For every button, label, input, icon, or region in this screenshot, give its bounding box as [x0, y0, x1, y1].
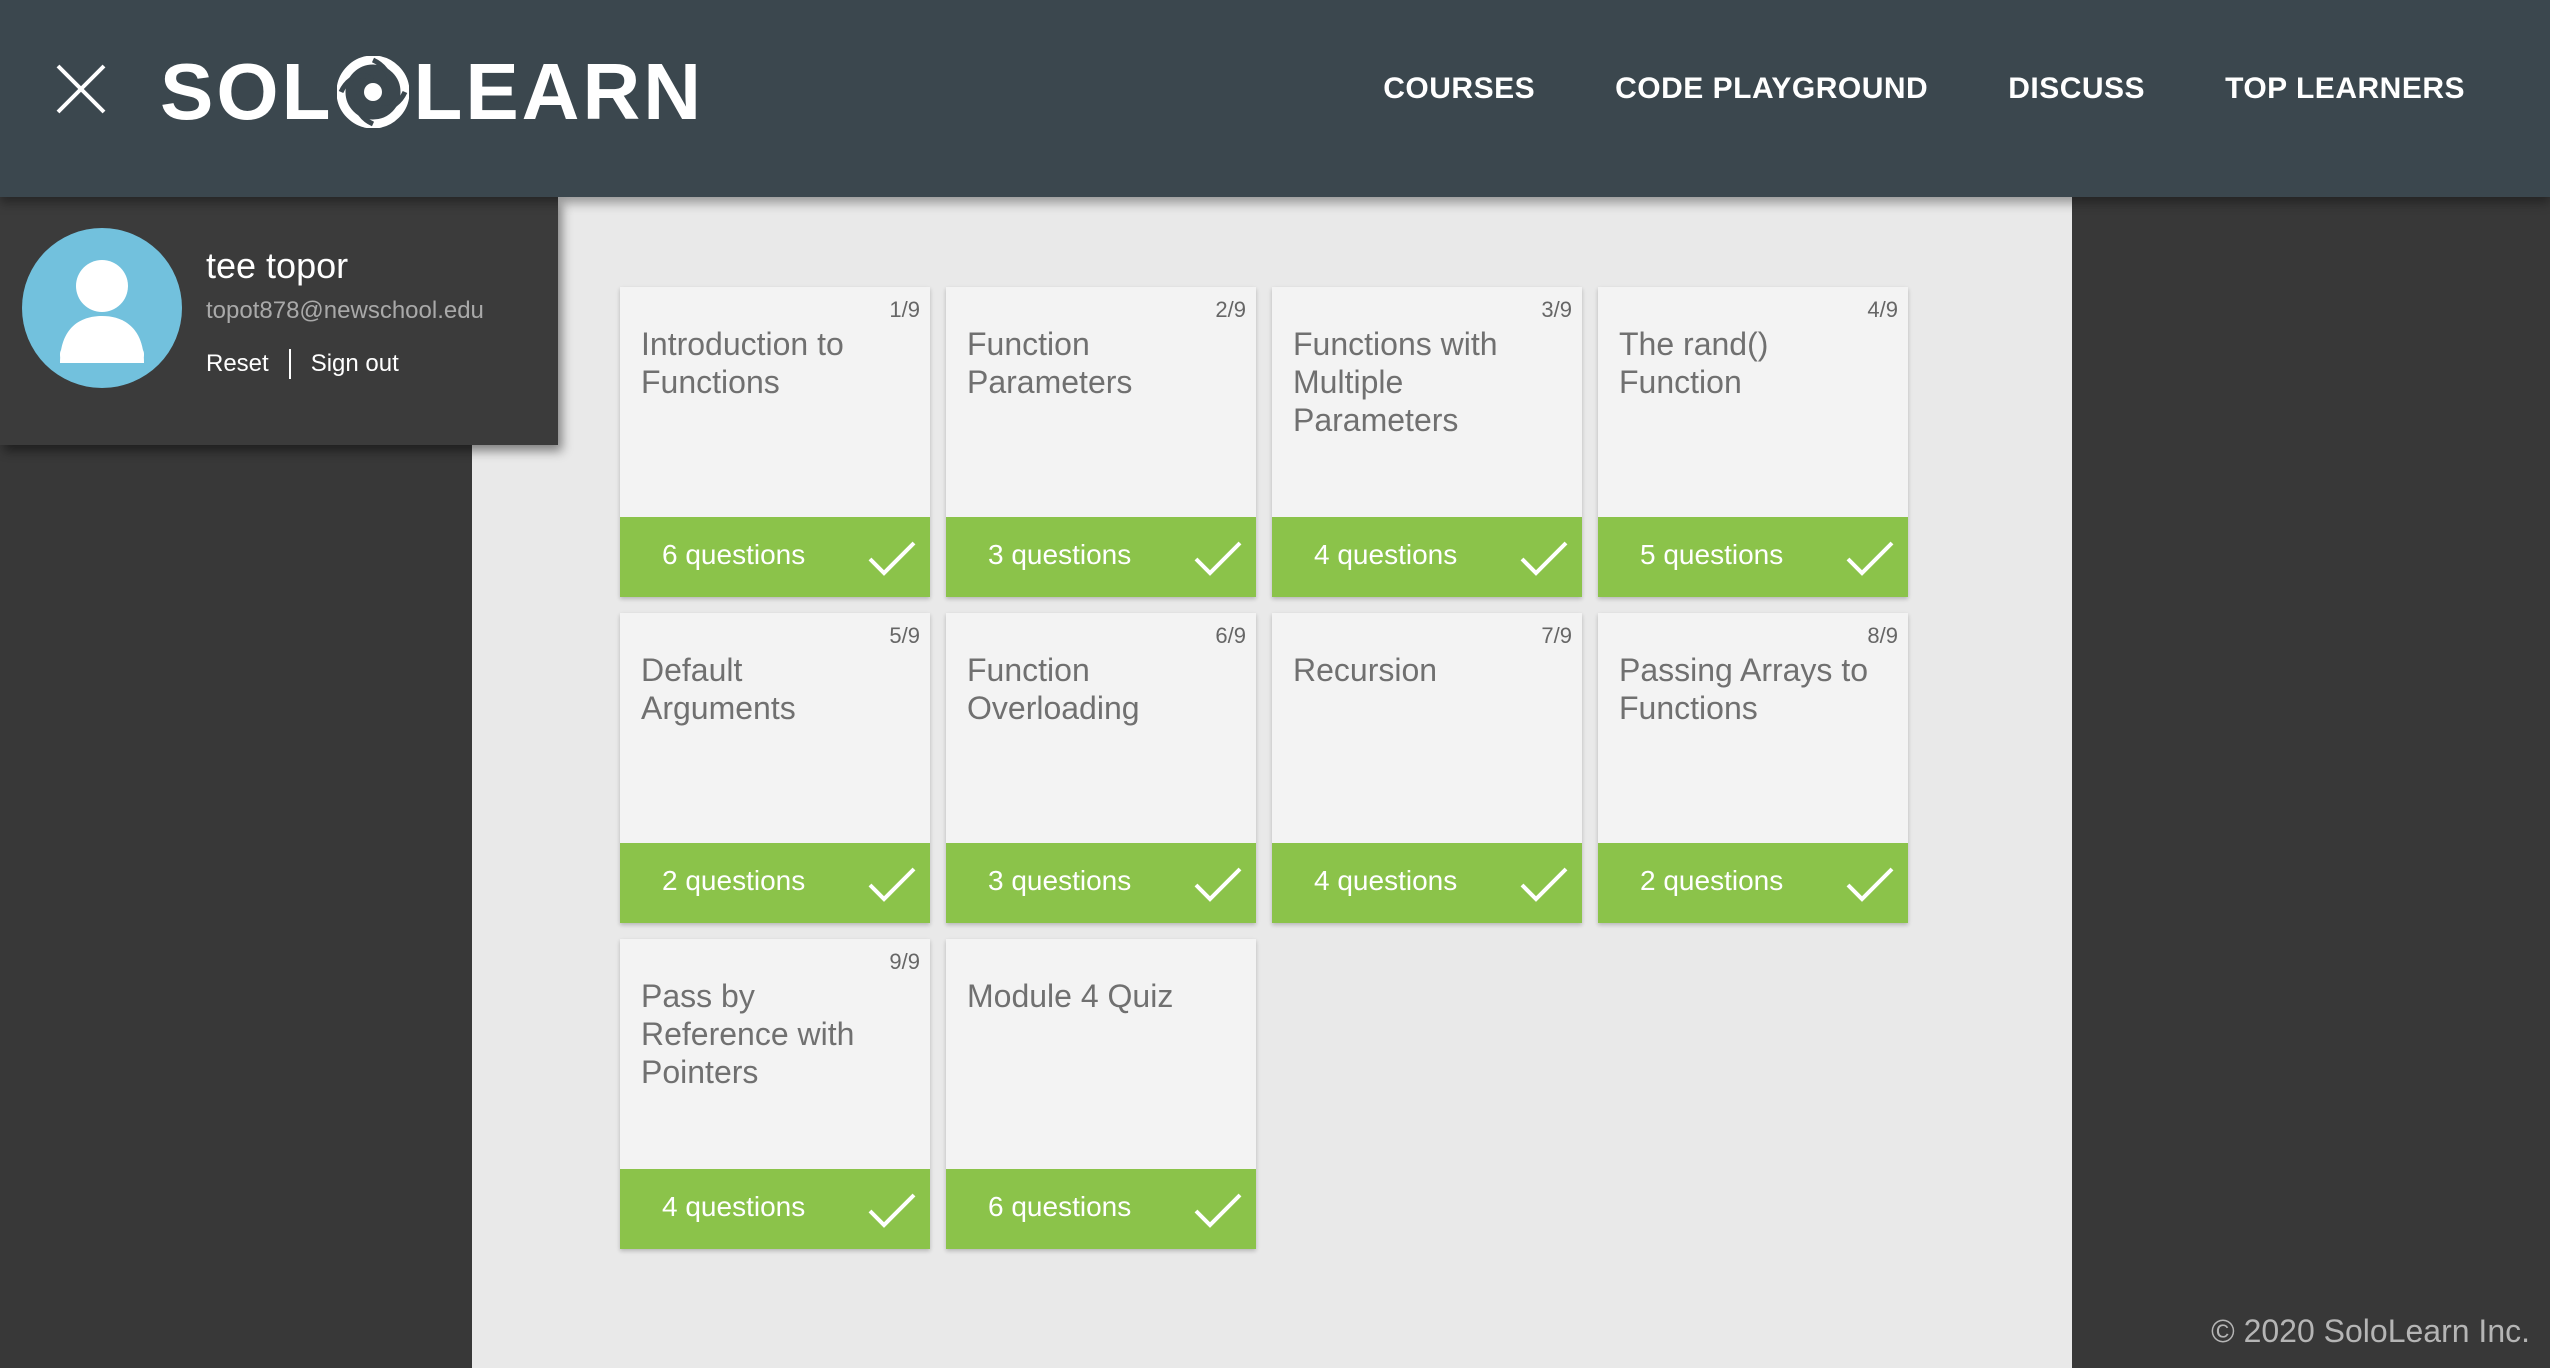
logo-text-right: LEARN	[413, 47, 704, 136]
lesson-number: 5/9	[889, 623, 920, 648]
question-count: 6 questions	[988, 1191, 1132, 1222]
lesson-title: The rand() Function	[1619, 326, 1769, 400]
question-count: 3 questions	[988, 539, 1132, 570]
profile-email: topot878@newschool.edu	[206, 297, 484, 324]
checkmark-icon	[868, 541, 916, 576]
profile-name: tee topor	[206, 245, 349, 286]
lesson-footer: 5 questions	[1598, 517, 1908, 597]
question-count: 6 questions	[662, 539, 806, 570]
lesson-title: Recursion	[1293, 652, 1438, 688]
lesson-card[interactable]: 9/9 Pass by Reference with Pointers 4 qu…	[620, 939, 930, 1249]
checkmark-icon	[1194, 1193, 1242, 1228]
profile-panel: tee topor topot878@newschool.edu Reset S…	[0, 197, 558, 445]
lesson-number: 6/9	[1215, 623, 1246, 648]
question-count: 2 questions	[662, 865, 806, 896]
lesson-title: Pass by Reference with Pointers	[641, 978, 855, 1090]
question-count: 4 questions	[662, 1191, 806, 1222]
lesson-footer: 3 questions	[946, 843, 1256, 923]
top-header: SOL LEARN COURSES CODE PLAYGROUND DISCUS…	[0, 0, 2550, 197]
checkmark-icon	[1520, 541, 1568, 576]
lesson-title: Passing Arrays to Functions	[1619, 652, 1868, 726]
main-nav: COURSES CODE PLAYGROUND DISCUSS TOP LEAR…	[1383, 72, 2465, 106]
lesson-card[interactable]: 3/9 Functions with Multiple Parameters 4…	[1272, 287, 1582, 597]
checkmark-icon	[1194, 541, 1242, 576]
checkmark-icon	[868, 1193, 916, 1228]
checkmark-icon	[1846, 541, 1894, 576]
profile-actions: Reset Sign out	[206, 349, 399, 379]
lesson-card[interactable]: 7/9 Recursion 4 questions	[1272, 613, 1582, 923]
lesson-number: 2/9	[1215, 297, 1246, 322]
question-count: 2 questions	[1640, 865, 1784, 896]
lesson-card[interactable]: 2/9 Function Parameters 3 questions	[946, 287, 1256, 597]
reset-link[interactable]: Reset	[206, 350, 269, 378]
lesson-footer: 4 questions	[620, 1169, 930, 1249]
lesson-title: Introduction to Functions	[641, 326, 844, 400]
lesson-footer: 3 questions	[946, 517, 1256, 597]
question-count: 3 questions	[988, 865, 1132, 896]
lesson-footer: 4 questions	[1272, 843, 1582, 923]
lesson-card[interactable]: 1/9 Introduction to Functions 6 question…	[620, 287, 930, 597]
question-count: 5 questions	[1640, 539, 1784, 570]
swirl-logo-icon	[337, 56, 410, 128]
lesson-footer: 2 questions	[620, 843, 930, 923]
lesson-title: Function Overloading	[967, 652, 1140, 726]
checkmark-icon	[1846, 867, 1894, 902]
close-icon[interactable]	[48, 56, 114, 122]
lesson-number: 3/9	[1541, 297, 1572, 322]
lesson-title: Module 4 Quiz	[967, 978, 1174, 1014]
logo-text-left: SOL	[160, 47, 334, 136]
lesson-footer: 4 questions	[1272, 517, 1582, 597]
nav-discuss[interactable]: DISCUSS	[2008, 72, 2145, 106]
lesson-title: Function Parameters	[967, 326, 1133, 400]
lesson-number: 8/9	[1867, 623, 1898, 648]
lesson-footer: 6 questions	[620, 517, 930, 597]
nav-top-learners[interactable]: TOP LEARNERS	[2225, 72, 2465, 106]
lesson-number: 4/9	[1867, 297, 1898, 322]
copyright: © 2020 SoloLearn Inc.	[2211, 1313, 2530, 1349]
checkmark-icon	[1194, 867, 1242, 902]
module-quiz-card[interactable]: Module 4 Quiz 6 questions	[946, 939, 1256, 1249]
question-count: 4 questions	[1314, 539, 1458, 570]
nav-code-playground[interactable]: CODE PLAYGROUND	[1615, 72, 1928, 106]
nav-courses[interactable]: COURSES	[1383, 72, 1535, 106]
checkmark-icon	[1520, 867, 1568, 902]
lesson-title: Functions with Multiple Parameters	[1293, 326, 1498, 438]
avatar[interactable]	[22, 228, 182, 388]
lesson-card[interactable]: 4/9 The rand() Function 5 questions	[1598, 287, 1908, 597]
sign-out-link[interactable]: Sign out	[311, 350, 399, 378]
divider	[288, 349, 291, 379]
lesson-number: 1/9	[889, 297, 920, 322]
lesson-title: Default Arguments	[641, 652, 796, 726]
question-count: 4 questions	[1314, 865, 1458, 896]
sololearn-logo[interactable]: SOL LEARN	[160, 47, 704, 136]
lesson-card[interactable]: 5/9 Default Arguments 2 questions	[620, 613, 930, 923]
lesson-footer: 2 questions	[1598, 843, 1908, 923]
lesson-number: 7/9	[1541, 623, 1572, 648]
lesson-footer: 6 questions	[946, 1169, 1256, 1249]
lesson-card[interactable]: 8/9 Passing Arrays to Functions 2 questi…	[1598, 613, 1908, 923]
lessons-panel: 1/9 Introduction to Functions 6 question…	[472, 197, 2072, 1368]
user-icon	[60, 260, 144, 363]
lesson-card[interactable]: 6/9 Function Overloading 3 questions	[946, 613, 1256, 923]
checkmark-icon	[868, 867, 916, 902]
lesson-number: 9/9	[889, 949, 920, 974]
